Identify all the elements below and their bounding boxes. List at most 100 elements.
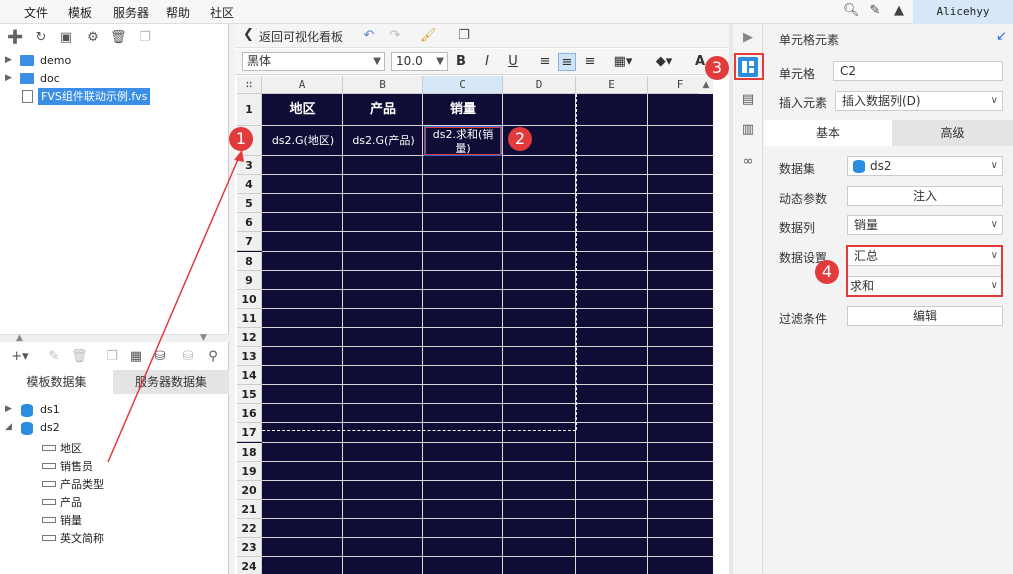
row-header[interactable]: 14	[237, 366, 262, 386]
row-header[interactable]: 3	[237, 156, 262, 176]
row-header[interactable]: 17	[237, 423, 262, 443]
template-icon[interactable]: ▣	[58, 30, 74, 46]
underline-icon[interactable]: U	[504, 53, 522, 71]
edit-doc-icon[interactable]: ✎	[867, 3, 883, 19]
data-cell-b2[interactable]: ds2.G(产品)	[344, 126, 423, 156]
tab-advanced[interactable]: 高级	[892, 120, 1013, 146]
header-cell-region[interactable]: 地区	[262, 94, 343, 125]
align-right-icon[interactable]: ≡	[581, 53, 599, 71]
user-name[interactable]: Alicehyy	[913, 0, 1013, 24]
tree-item-ds2[interactable]: ◢ ds2	[0, 420, 229, 437]
row-header[interactable]: 24	[237, 557, 262, 574]
menu-community[interactable]: 社区	[210, 4, 234, 21]
row-header[interactable]: 7	[237, 232, 262, 252]
panel-splitter[interactable]: ▲ ▼	[0, 333, 229, 343]
row-header[interactable]: 19	[237, 461, 262, 481]
row-header[interactable]: 12	[237, 327, 262, 347]
collapse-arrow-icon[interactable]: ↙	[996, 29, 1007, 44]
menu-server[interactable]: 服务器	[113, 4, 149, 21]
hyperlink-icon[interactable]: ∞	[740, 154, 756, 170]
row-header[interactable]: 4	[237, 175, 262, 195]
undo-icon[interactable]: ↶	[361, 28, 377, 44]
inject-button[interactable]: 注入	[847, 186, 1003, 206]
expand-arrow-icon[interactable]: ▶	[5, 73, 12, 83]
field-item[interactable]: 地区	[0, 439, 229, 456]
header-cell-sales[interactable]: 销量	[423, 94, 503, 125]
column-header[interactable]: A	[262, 76, 343, 94]
column-header[interactable]: D	[503, 76, 576, 94]
new-folder-icon[interactable]: ➕	[7, 30, 23, 46]
row-header[interactable]: 8	[237, 251, 262, 271]
tab-template-dataset[interactable]: 模板数据集	[0, 370, 113, 394]
back-arrow-icon[interactable]: ❮	[243, 27, 254, 42]
dataset-select[interactable]: ds2 ∨	[847, 156, 1003, 176]
format-brush-icon[interactable]: 🖌︎	[420, 28, 437, 44]
collapse-arrow-icon[interactable]: ◢	[5, 422, 12, 432]
row-header[interactable]: 1	[237, 94, 262, 126]
menu-file[interactable]: 文件	[24, 4, 48, 21]
row-header[interactable]: 21	[237, 499, 262, 519]
data-column-select[interactable]: 销量 ∨	[847, 215, 1003, 235]
header-cell-product[interactable]: 产品	[343, 94, 423, 125]
dataset-edit-icon[interactable]: ▦	[128, 349, 144, 365]
server-dataset-icon[interactable]: ⛁	[152, 349, 168, 365]
preview-icon[interactable]: ❐	[104, 349, 120, 365]
bold-icon[interactable]: B	[452, 53, 470, 71]
database-icon[interactable]: ⛁	[180, 349, 196, 365]
row-header[interactable]: 15	[237, 385, 262, 405]
row-header[interactable]: 20	[237, 480, 262, 500]
collapse-down-icon[interactable]: ▼	[200, 333, 207, 343]
align-left-icon[interactable]: ≡	[536, 53, 554, 71]
expand-right-icon[interactable]: ▶	[740, 30, 756, 46]
select-all-corner[interactable]: ∷	[237, 76, 262, 94]
row-header[interactable]: 10	[237, 289, 262, 309]
row-header[interactable]: 9	[237, 270, 262, 290]
redo-icon[interactable]: ↷	[387, 28, 403, 44]
tree-item-ds1[interactable]: ▶ ds1	[0, 402, 229, 419]
cell-attribute-icon[interactable]: ▤	[740, 92, 756, 108]
copy-icon[interactable]: ❐	[137, 30, 153, 46]
menu-template[interactable]: 模板	[68, 4, 92, 21]
row-header[interactable]: 22	[237, 518, 262, 538]
tree-item-fvs[interactable]: FVS组件联动示例.fvs	[0, 88, 229, 105]
search-icon[interactable]: 🔍︎	[843, 3, 860, 19]
row-header[interactable]: 11	[237, 308, 262, 328]
edit-icon[interactable]: ✎	[46, 349, 62, 365]
row-header[interactable]: 6	[237, 213, 262, 233]
font-size-select[interactable]: 10.0 ▼	[391, 52, 448, 71]
field-item[interactable]: 销售员	[0, 457, 229, 474]
column-header[interactable]: C	[423, 76, 503, 94]
italic-icon[interactable]: I	[478, 53, 496, 71]
field-item[interactable]: 产品类型	[0, 475, 229, 492]
collapse-up-icon[interactable]: ▲	[16, 333, 23, 343]
row-header[interactable]: 16	[237, 404, 262, 424]
font-family-select[interactable]: 黑体 ▼	[242, 52, 385, 71]
align-center-icon[interactable]: ≡	[558, 53, 576, 71]
refresh-icon[interactable]: ↻	[33, 30, 49, 46]
row-header[interactable]: 18	[237, 442, 262, 462]
row-header[interactable]: 13	[237, 347, 262, 367]
data-cell-a2[interactable]: ds2.G(地区)	[263, 126, 343, 156]
field-item[interactable]: 销量	[0, 511, 229, 528]
settings-icon[interactable]: ⚙	[85, 30, 101, 46]
tab-server-dataset[interactable]: 服务器数据集	[113, 370, 229, 394]
spreadsheet-grid[interactable]: ∷ A B C D E F 12345678910111213141516171…	[237, 76, 713, 574]
field-item[interactable]: 产品	[0, 493, 229, 510]
menu-help[interactable]: 帮助	[166, 4, 190, 21]
tree-item-doc[interactable]: ▶ doc	[0, 71, 229, 88]
bell-icon[interactable]: ▲	[891, 3, 907, 19]
column-header[interactable]: B	[343, 76, 423, 94]
preview-icon[interactable]: ❐	[456, 28, 472, 44]
search-icon[interactable]: ⚲	[205, 349, 221, 365]
expand-arrow-icon[interactable]: ▶	[5, 404, 12, 414]
tree-item-demo[interactable]: ▶ demo	[0, 53, 229, 70]
filter-edit-button[interactable]: 编辑	[847, 306, 1003, 326]
field-item[interactable]: 英文简称	[0, 529, 229, 546]
widget-icon[interactable]: ▥	[740, 122, 756, 138]
back-to-dashboard-link[interactable]: 返回可视化看板	[259, 28, 343, 45]
tab-basic[interactable]: 基本	[764, 120, 892, 146]
border-icon[interactable]: ▦▾	[611, 53, 635, 71]
insert-element-select[interactable]: 插入数据列(D) ∨	[835, 91, 1003, 111]
data-cell-c2-selected[interactable]: ds2.求和(销量)	[424, 126, 502, 156]
column-header[interactable]: E	[576, 76, 648, 94]
